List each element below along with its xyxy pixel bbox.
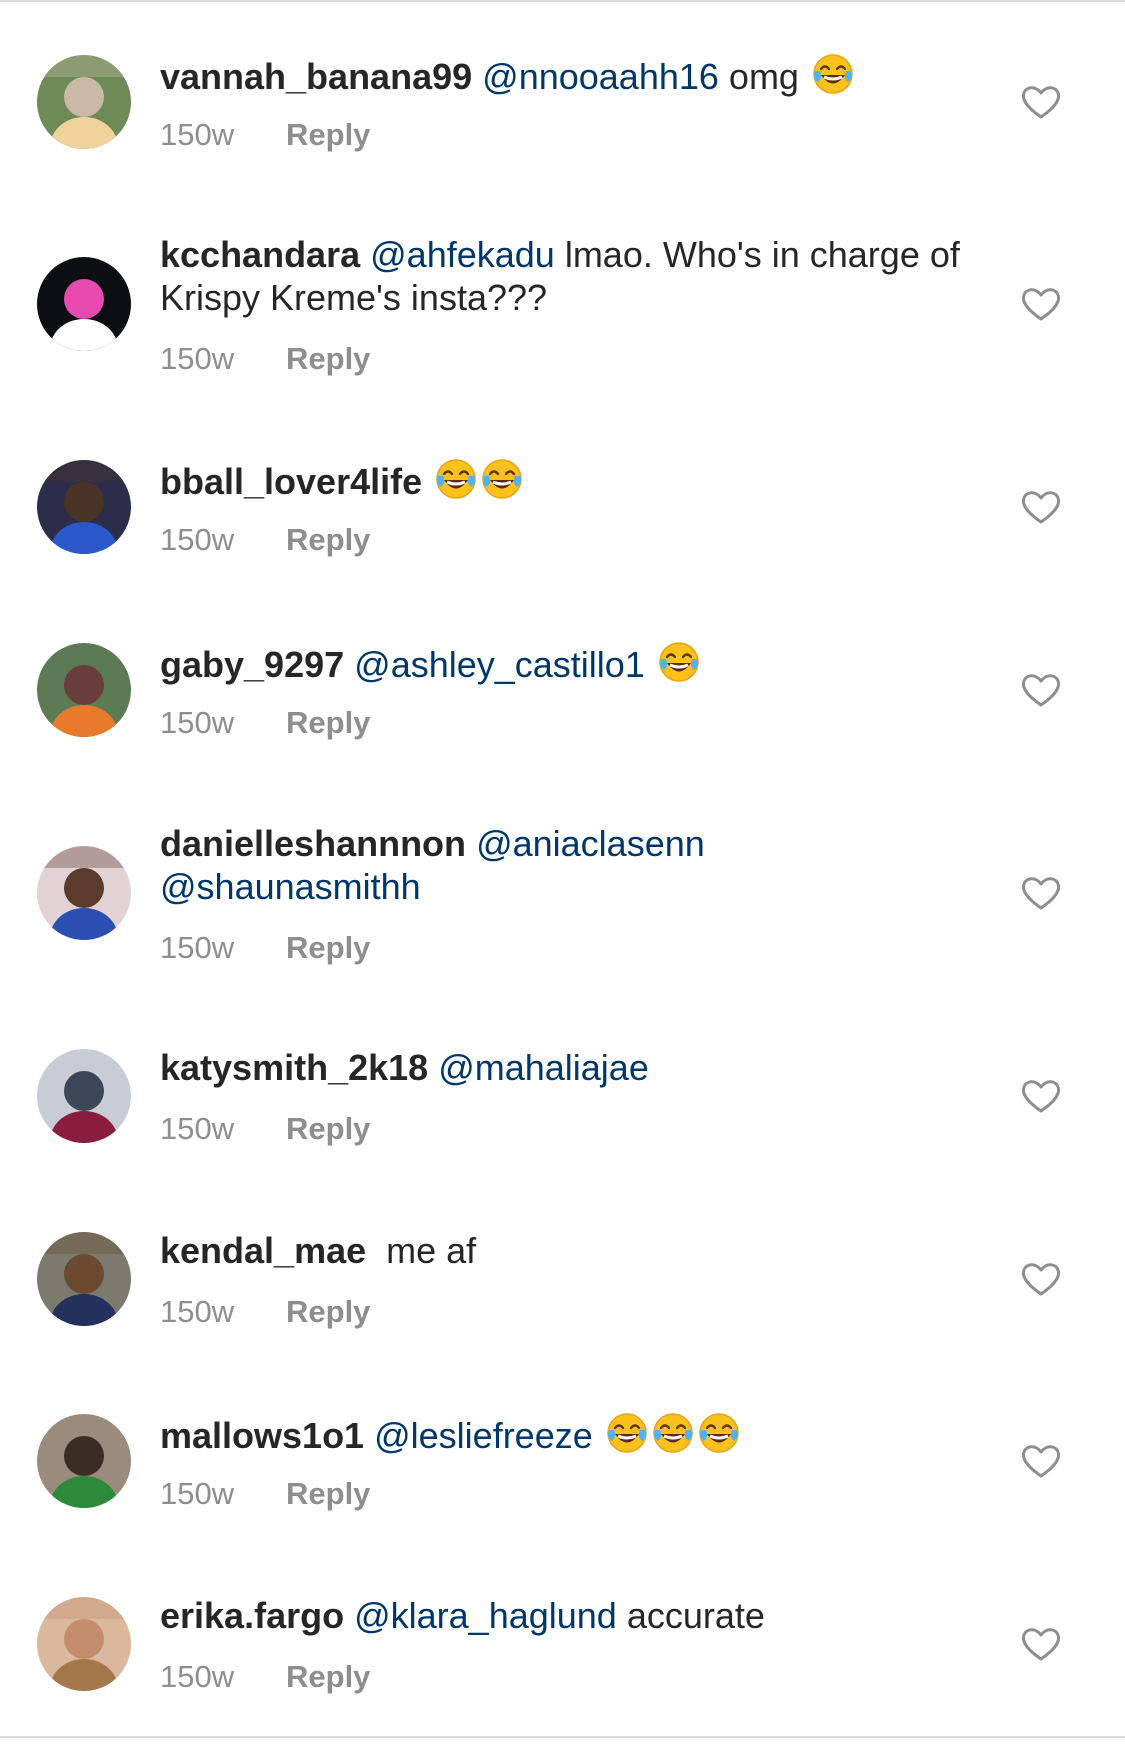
heart-outline-icon[interactable] <box>1021 1078 1061 1114</box>
face-with-tears-of-joy-icon <box>434 457 478 501</box>
mention-link[interactable]: @nnooaahh16 <box>482 56 719 97</box>
comment-timestamp: 150w <box>160 1476 235 1511</box>
face-with-tears-of-joy-icon <box>605 1411 649 1455</box>
top-divider <box>0 0 1125 2</box>
bottom-divider <box>0 1736 1125 1738</box>
comment-body-text <box>705 823 715 864</box>
avatar[interactable] <box>37 54 131 149</box>
reply-button[interactable]: Reply <box>286 1476 370 1511</box>
comment-timestamp: 150w <box>160 930 235 965</box>
reply-button[interactable]: Reply <box>286 117 370 152</box>
avatar[interactable] <box>37 257 131 351</box>
reply-button[interactable]: Reply <box>286 705 370 740</box>
comment-meta: 150w Reply <box>160 1659 370 1695</box>
face-with-tears-of-joy-icon <box>697 1411 741 1455</box>
mention-link[interactable]: @ahfekadu <box>370 234 555 275</box>
heart-outline-icon[interactable] <box>1021 672 1061 708</box>
mention-link[interactable]: @ashley_castillo1 <box>354 644 645 685</box>
avatar[interactable] <box>37 1596 131 1691</box>
comment-username[interactable]: gaby_9297 <box>160 644 344 685</box>
comment-text: katysmith_2k18 @mahaliajae <box>160 1046 960 1089</box>
comment-meta: 150w Reply <box>160 522 370 558</box>
comment-timestamp: 150w <box>160 117 235 152</box>
avatar[interactable] <box>37 1413 131 1508</box>
mention-link[interactable]: @lesliefreeze <box>374 1415 593 1456</box>
reply-button[interactable]: Reply <box>286 341 370 376</box>
avatar[interactable] <box>37 642 131 737</box>
comment-timestamp: 150w <box>160 341 235 376</box>
comment-username[interactable]: kcchandara <box>160 234 360 275</box>
comment-body-text: accurate <box>616 1595 765 1636</box>
heart-outline-icon[interactable] <box>1021 875 1061 911</box>
comment-timestamp: 150w <box>160 705 235 740</box>
comment-body-text <box>645 644 655 685</box>
comment-username[interactable]: vannah_banana99 <box>160 56 472 97</box>
comment-body-text: me af <box>376 1230 477 1271</box>
comment-meta: 150w Reply <box>160 117 370 153</box>
heart-outline-icon[interactable] <box>1021 286 1061 322</box>
heart-outline-icon[interactable] <box>1021 489 1061 525</box>
comment-timestamp: 150w <box>160 1659 235 1694</box>
mention-link[interactable]: @klara_haglund <box>354 1595 617 1636</box>
comment-timestamp: 150w <box>160 1111 235 1146</box>
face-with-tears-of-joy-icon <box>811 52 855 96</box>
reply-button[interactable]: Reply <box>286 1111 370 1146</box>
avatar[interactable] <box>37 1231 131 1326</box>
reply-button[interactable]: Reply <box>286 522 370 557</box>
face-with-tears-of-joy-icon <box>657 640 701 684</box>
comment-body-text <box>593 1415 603 1456</box>
mention-link[interactable]: @shaunasmithh <box>160 866 421 907</box>
reply-button[interactable]: Reply <box>286 1659 370 1694</box>
comment-text: danielleshannnon @aniaclasenn @shaunasmi… <box>160 822 960 908</box>
comment-meta: 150w Reply <box>160 930 370 966</box>
avatar[interactable] <box>37 846 131 940</box>
comment-username[interactable]: danielleshannnon <box>160 823 466 864</box>
heart-outline-icon[interactable] <box>1021 1626 1061 1662</box>
comment-text: erika.fargo @klara_haglund accurate <box>160 1594 960 1637</box>
comment-username[interactable]: kendal_mae <box>160 1230 366 1271</box>
avatar[interactable] <box>37 459 131 554</box>
face-with-tears-of-joy-icon <box>651 1411 695 1455</box>
comment-text: bball_lover4life <box>160 457 960 503</box>
comment-text: kendal_mae me af <box>160 1229 960 1272</box>
face-with-tears-of-joy-icon <box>480 457 524 501</box>
heart-outline-icon[interactable] <box>1021 1443 1061 1479</box>
mention-link[interactable]: @aniaclasenn <box>476 823 705 864</box>
mention-link[interactable]: @mahaliajae <box>438 1047 649 1088</box>
avatar[interactable] <box>37 1048 131 1143</box>
comment-body-text: omg <box>718 56 809 97</box>
comment-text: gaby_9297 @ashley_castillo1 <box>160 640 960 686</box>
comment-timestamp: 150w <box>160 522 235 557</box>
comment-username[interactable]: erika.fargo <box>160 1595 344 1636</box>
comment-meta: 150w Reply <box>160 705 370 741</box>
comment-username[interactable]: katysmith_2k18 <box>160 1047 428 1088</box>
heart-outline-icon[interactable] <box>1021 1261 1061 1297</box>
comment-text: vannah_banana99 @nnooaahh16 omg <box>160 52 960 98</box>
comment-meta: 150w Reply <box>160 1476 370 1512</box>
comment-username[interactable]: mallows1o1 <box>160 1415 364 1456</box>
comment-username[interactable]: bball_lover4life <box>160 461 422 502</box>
comment-meta: 150w Reply <box>160 1111 370 1147</box>
reply-button[interactable]: Reply <box>286 1294 370 1329</box>
comment-timestamp: 150w <box>160 1294 235 1329</box>
comment-meta: 150w Reply <box>160 1294 370 1330</box>
comment-meta: 150w Reply <box>160 341 370 377</box>
comment-text: mallows1o1 @lesliefreeze <box>160 1411 960 1457</box>
reply-button[interactable]: Reply <box>286 930 370 965</box>
comment-text: kcchandara @ahfekadu lmao. Who's in char… <box>160 233 960 319</box>
heart-outline-icon[interactable] <box>1021 84 1061 120</box>
